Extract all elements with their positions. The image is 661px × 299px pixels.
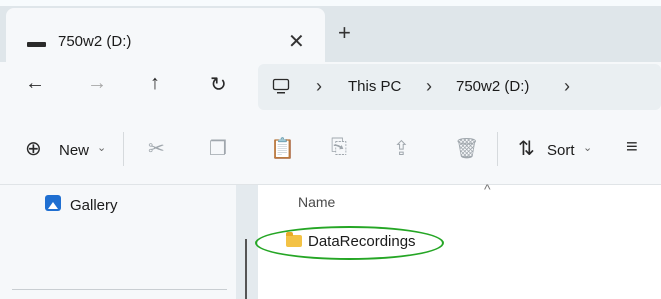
gallery-icon (45, 195, 61, 211)
rename-icon[interactable]: ⎘ (331, 136, 347, 159)
list-item[interactable]: DataRecordings (255, 226, 661, 260)
navigation-pane: Gallery (0, 185, 236, 299)
file-list: ^ Name DataRecordings (255, 181, 661, 299)
address-bar: ← → ↑ ↻ › This PC › 750w2 (D:) › (0, 62, 661, 116)
paste-icon[interactable]: 📋 (270, 136, 295, 161)
chevron-down-icon[interactable]: ⌄ (97, 141, 106, 154)
view-menu-icon[interactable]: ≡ (626, 136, 638, 159)
sort-indicator-icon: ^ (484, 181, 491, 197)
sort-icon[interactable]: ⇅ (518, 136, 535, 161)
close-tab-icon[interactable]: ✕ (288, 29, 305, 54)
cut-icon[interactable]: ✂ (148, 136, 165, 161)
tab-title: 750w2 (D:) (58, 33, 132, 50)
computer-icon (272, 78, 290, 94)
forward-button[interactable]: → (87, 72, 107, 95)
refresh-button[interactable]: ↻ (210, 72, 227, 97)
share-icon[interactable]: ⇪ (393, 136, 410, 161)
sidebar-item-gallery[interactable]: Gallery (70, 197, 118, 214)
command-bar: ⊕ New ⌄ ✂ ❐ 📋 ⎘ ⇪ 🗑 ⇅ Sort ⌄ ≡ (0, 116, 661, 185)
folder-icon (286, 232, 302, 247)
new-tab-button[interactable]: + (338, 20, 351, 46)
sidebar-divider (12, 289, 227, 290)
sort-button[interactable]: Sort (547, 142, 575, 159)
splitter-grip[interactable] (245, 239, 247, 299)
title-bar-strip (0, 0, 661, 6)
breadcrumb-separator: › (316, 76, 322, 96)
title-bar: 750w2 (D:) ✕ + (0, 0, 661, 62)
toolbar-divider (123, 132, 124, 166)
list-item-label[interactable]: DataRecordings (308, 233, 416, 250)
back-button[interactable]: ← (25, 72, 45, 95)
breadcrumb-separator: › (426, 76, 432, 96)
breadcrumb-separator[interactable]: › (564, 76, 570, 97)
breadcrumb[interactable]: › This PC › 750w2 (D:) › (258, 64, 661, 110)
breadcrumb-this-pc[interactable]: This PC (348, 78, 401, 95)
new-icon[interactable]: ⊕ (25, 136, 42, 161)
column-header-name[interactable]: Name (298, 194, 335, 210)
delete-icon[interactable]: 🗑 (454, 136, 479, 161)
breadcrumb-drive[interactable]: 750w2 (D:) (456, 78, 529, 95)
new-button[interactable]: New (59, 142, 89, 159)
tab-active[interactable]: 750w2 (D:) ✕ (6, 8, 325, 62)
drive-icon (27, 42, 46, 47)
chevron-down-icon[interactable]: ⌄ (583, 141, 592, 154)
toolbar-divider (497, 132, 498, 166)
up-button[interactable]: ↑ (150, 72, 160, 95)
copy-icon[interactable]: ❐ (209, 136, 227, 161)
